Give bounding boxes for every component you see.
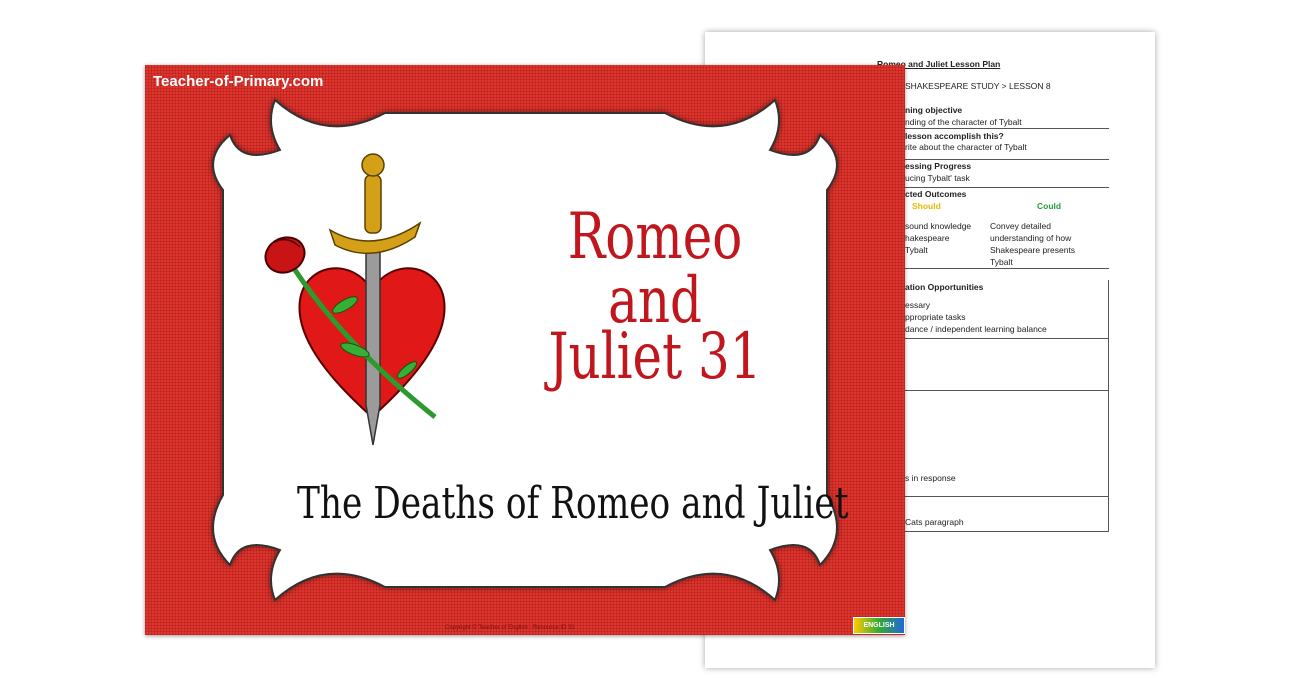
differentiation-line: essary [905, 300, 931, 310]
title-line-1: Romeo and [567, 200, 743, 338]
divider [901, 128, 1109, 129]
progress-heading: essing Progress [905, 161, 972, 171]
should-line: sound knowledge [905, 221, 972, 231]
doc-breadcrumb: SHAKESPEARE STUDY > LESSON 8 [905, 81, 1051, 91]
learning-objective-heading: ning objective [905, 105, 963, 115]
should-label: Should [912, 201, 941, 211]
outcomes-heading: cted Outcomes [905, 189, 967, 199]
response-text: s in response [905, 473, 956, 483]
publisher-logo: ENGLISH [853, 617, 905, 634]
differentiation-line: dance / independent learning balance [905, 324, 1047, 334]
could-line: understanding of how [990, 233, 1072, 243]
could-label: Could [1037, 201, 1062, 211]
title-slide: Teacher-of-Primary.com Romeo and Juliet … [145, 65, 905, 635]
dagger-pommel-icon [361, 153, 385, 177]
table-border [1108, 280, 1109, 532]
could-line: Shakespeare presents [990, 245, 1076, 255]
could-line: Convey detailed [990, 221, 1051, 231]
learning-objective-text: nding of the character of Tybalt [905, 117, 1022, 127]
divider [901, 268, 1109, 269]
could-line: Tybalt [990, 257, 1013, 267]
progress-text: ucing Tybalt' task [905, 173, 970, 183]
differentiation-heading: ation Opportunities [905, 282, 984, 292]
differentiation-line: ppropriate tasks [905, 312, 966, 322]
accomplish-text: rite about the character of Tybalt [905, 142, 1027, 152]
slide-subtitle: The Deaths of Romeo and Juliet [297, 478, 849, 529]
copyright-text: Copyright © Teacher of English · Resourc… [445, 625, 575, 631]
title-line-2: Juliet 31 [548, 320, 762, 394]
should-line: Tybalt [905, 245, 928, 255]
divider [901, 496, 1109, 497]
should-line: hakespeare [905, 233, 950, 243]
divider [901, 338, 1109, 339]
dagger-grip-icon [364, 174, 382, 234]
dagger-blade-icon [365, 242, 381, 446]
divider [901, 390, 1109, 391]
cats-text: Cats paragraph [905, 517, 964, 527]
divider [901, 531, 1109, 532]
